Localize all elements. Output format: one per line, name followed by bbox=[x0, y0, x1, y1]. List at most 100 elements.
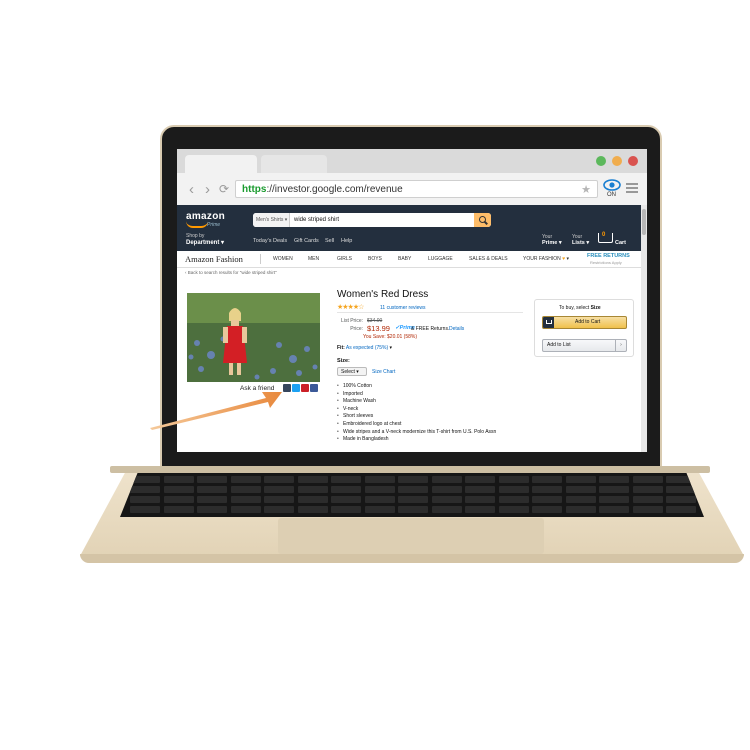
keyboard-key bbox=[398, 476, 428, 483]
url-text: ://investor.google.com/revenue bbox=[266, 184, 403, 195]
customer-reviews-link[interactable]: 11 customer reviews bbox=[380, 305, 425, 311]
keyboard-key bbox=[599, 486, 629, 493]
facebook-icon[interactable] bbox=[310, 384, 318, 392]
keyboard-key bbox=[599, 496, 629, 503]
list-item: 100% Cotton bbox=[337, 383, 496, 391]
bookmark-star-icon[interactable]: ★ bbox=[581, 181, 591, 199]
keyboard-key bbox=[465, 486, 495, 493]
browser-tab[interactable] bbox=[185, 155, 257, 173]
browser-tab[interactable] bbox=[261, 155, 327, 173]
key-row bbox=[120, 506, 704, 515]
keyboard-key bbox=[532, 506, 562, 513]
nav-sell[interactable]: Sell bbox=[325, 238, 334, 244]
nav-help[interactable]: Help bbox=[341, 238, 352, 244]
close-dot[interactable] bbox=[628, 156, 638, 166]
keyboard-key bbox=[197, 486, 227, 493]
fashion-nav-luggage[interactable]: LUGGAGE bbox=[428, 256, 453, 262]
keyboard-key bbox=[498, 486, 529, 493]
keyboard-key bbox=[431, 476, 462, 483]
add-to-cart-button[interactable]: Add to Cart bbox=[542, 316, 627, 329]
add-to-cart-label: Add to Cart bbox=[575, 319, 601, 325]
size-chart-link[interactable]: Size Chart bbox=[372, 369, 395, 375]
keyboard bbox=[120, 473, 704, 517]
scroll-thumb[interactable] bbox=[642, 209, 646, 235]
nav-todays-deals[interactable]: Today's Deals bbox=[253, 238, 287, 244]
amazon-fashion-brand[interactable]: Amazon Fashion bbox=[185, 254, 243, 264]
extension-status: ON bbox=[607, 192, 616, 198]
logo-prime: Prime bbox=[207, 222, 221, 228]
key-row bbox=[120, 476, 704, 485]
feature-list: 100% Cotton Imported Machine Wash V-neck… bbox=[337, 383, 496, 444]
buy-box: To buy, select Size Add to Cart Add to L… bbox=[534, 299, 634, 357]
keyboard-key bbox=[297, 476, 328, 483]
keyboard-key bbox=[264, 476, 294, 483]
product-image[interactable] bbox=[187, 293, 320, 382]
fashion-nav-women[interactable]: WOMEN bbox=[273, 256, 293, 262]
fashion-nav-baby[interactable]: BABY bbox=[398, 256, 411, 262]
fashion-nav-girls[interactable]: GIRLS bbox=[337, 256, 352, 262]
add-to-list-button[interactable]: Add to List › bbox=[542, 339, 627, 352]
arrow-annotation bbox=[150, 392, 282, 430]
page-scrollbar[interactable] bbox=[641, 205, 647, 452]
key-row bbox=[120, 486, 704, 495]
eye-extension-icon[interactable] bbox=[603, 179, 621, 191]
fit-link[interactable]: As expected (75%) bbox=[346, 345, 388, 351]
keyboard-key bbox=[364, 476, 395, 483]
add-to-list-dropdown-icon[interactable]: › bbox=[615, 340, 626, 351]
keyboard-key bbox=[632, 486, 663, 493]
keyboard-key bbox=[632, 506, 663, 513]
reload-icon[interactable]: ⟳ bbox=[219, 182, 229, 196]
search-input[interactable]: wide striped shirt bbox=[294, 213, 339, 227]
keyboard-key bbox=[163, 476, 194, 483]
list-item: V-neck bbox=[337, 406, 496, 414]
fashion-nav-men[interactable]: MEN bbox=[308, 256, 319, 262]
pinterest-icon[interactable] bbox=[301, 384, 309, 392]
keyboard-key bbox=[331, 506, 361, 513]
your-lists-link[interactable]: Lists ▾ bbox=[572, 240, 589, 246]
list-item: Made in Bangladesh bbox=[337, 436, 496, 444]
size-select[interactable]: Select ▾ bbox=[337, 367, 367, 376]
free-returns-title[interactable]: FREE RETURNS bbox=[587, 253, 630, 259]
fashion-nav: Amazon Fashion WOMEN MEN GIRLS BOYS BABY… bbox=[177, 251, 641, 268]
keyboard-key bbox=[398, 496, 428, 503]
keyboard-key bbox=[398, 486, 428, 493]
keyboard-key bbox=[364, 486, 395, 493]
keyboard-key bbox=[130, 506, 160, 513]
returns-details-link[interactable]: Details bbox=[449, 326, 464, 332]
keyboard-key bbox=[130, 496, 160, 503]
your-prime-link[interactable]: Prime ▾ bbox=[542, 240, 562, 246]
department-menu[interactable]: Department ▾ bbox=[186, 239, 224, 246]
keyboard-key bbox=[230, 486, 261, 493]
forward-icon[interactable]: › bbox=[205, 181, 210, 198]
keyboard-key bbox=[197, 496, 227, 503]
keyboard-key bbox=[331, 486, 361, 493]
key-row bbox=[120, 496, 704, 505]
keyboard-key bbox=[297, 486, 328, 493]
keyboard-key bbox=[264, 496, 294, 503]
fashion-nav-boys[interactable]: BOYS bbox=[368, 256, 382, 262]
keyboard-key bbox=[498, 506, 529, 513]
keyboard-key bbox=[331, 476, 361, 483]
keyboard-key bbox=[465, 476, 495, 483]
list-item: Short sleeves bbox=[337, 413, 496, 421]
free-returns-note: Restrictions Apply bbox=[590, 260, 622, 265]
fashion-nav-your-fashion[interactable]: YOUR FASHION ♥ ▾ bbox=[523, 256, 569, 262]
cart-icon[interactable] bbox=[598, 233, 613, 243]
nav-gift-cards[interactable]: Gift Cards bbox=[294, 238, 319, 244]
star-rating-icon[interactable]: ★★★★☆ bbox=[337, 303, 364, 311]
minimize-dot[interactable] bbox=[612, 156, 622, 166]
search-button[interactable] bbox=[474, 213, 491, 227]
twitter-icon[interactable] bbox=[292, 384, 300, 392]
url-input[interactable]: https://investor.google.com/revenue ★ bbox=[235, 180, 598, 198]
keyboard-key bbox=[565, 496, 596, 503]
keyboard-key bbox=[230, 496, 261, 503]
buy-instruction: To buy, select Size bbox=[559, 305, 601, 311]
cart-label[interactable]: Cart bbox=[615, 240, 626, 246]
back-icon[interactable]: ‹ bbox=[189, 181, 194, 198]
maximize-dot[interactable] bbox=[596, 156, 606, 166]
search-category-select[interactable]: Men's Shirts ▾ bbox=[253, 213, 290, 227]
breadcrumb[interactable]: ‹ Back to search results for "wide strip… bbox=[185, 270, 277, 275]
keyboard-key bbox=[498, 476, 529, 483]
fashion-nav-sales[interactable]: SALES & DEALS bbox=[469, 256, 508, 262]
browser-menu-icon[interactable] bbox=[626, 183, 638, 195]
